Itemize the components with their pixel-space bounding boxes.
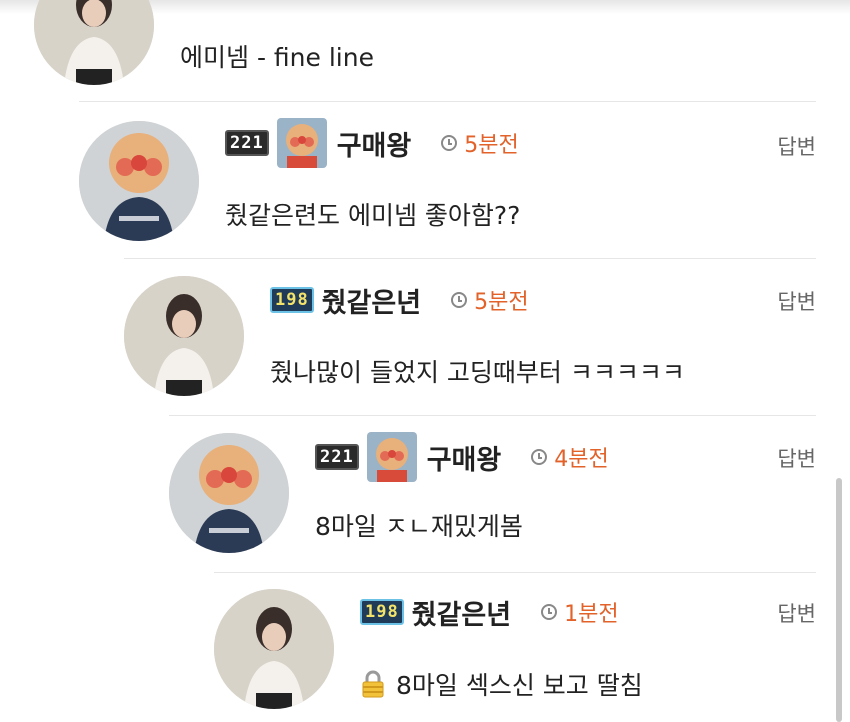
divider [214, 572, 816, 573]
time-label: 1분전 [564, 602, 619, 627]
comment-text-content: 8마일 섹스신 보고 딸침 [396, 671, 643, 700]
avatar[interactable] [124, 276, 244, 396]
divider [169, 415, 816, 416]
timestamp: 5분전 [441, 127, 519, 159]
comment-header: 221 구매왕 4분전 [315, 432, 609, 482]
comment-text: 8마일 ㅈㄴ재밌게봄 [315, 512, 523, 541]
clock-icon [441, 135, 458, 151]
comment-header: 198 줬같은년 5분전 [270, 276, 529, 324]
reply-button[interactable]: 답변 [777, 598, 816, 628]
reply-button[interactable]: 답변 [777, 286, 816, 316]
avatar[interactable] [169, 433, 289, 553]
time-label: 5분전 [474, 290, 529, 315]
comment-text: 줬나많이 들었지 고딩때부터 ㅋㅋㅋㅋㅋ [270, 358, 685, 387]
reply-button[interactable]: 답변 [777, 131, 816, 161]
character-badge-icon [276, 118, 327, 168]
timestamp: 5분전 [451, 284, 529, 316]
nickname[interactable]: 구매왕 [337, 124, 412, 163]
comment-item: 198 줬같은년 5분전 답변 줬나많이 들었지 고딩때부터 ㅋㅋㅋㅋㅋ [124, 258, 816, 415]
timestamp: 4분전 [531, 441, 609, 473]
comment-item: 221 구매왕 5분전 답변 줬같은련도 에미넴 좋아함?? [79, 101, 816, 258]
level-badge: 221 [225, 130, 269, 156]
timestamp: 1분전 [541, 596, 619, 628]
nickname[interactable]: 줬같은년 [412, 593, 511, 632]
comment-item: 198 줬같은년 1분전 답변 8마일 섹스신 보고 딸침 [214, 572, 816, 722]
reply-button[interactable]: 답변 [777, 443, 816, 473]
comment-text: 줬같은련도 에미넴 좋아함?? [225, 201, 521, 230]
divider [79, 101, 816, 102]
time-label: 4분전 [554, 447, 609, 472]
comment-text: 8마일 섹스신 보고 딸침 [360, 666, 643, 702]
level-badge: 198 [360, 599, 404, 625]
level-badge: 198 [270, 287, 314, 313]
avatar[interactable] [34, 0, 154, 85]
comment-item: 221 구매왕 4분전 답변 8마일 ㅈㄴ재밌게봄 [169, 415, 816, 572]
clock-icon [451, 292, 468, 308]
time-label: 5분전 [464, 133, 519, 158]
clock-icon [541, 604, 558, 620]
comment-text: 에미넴 - fine line [180, 43, 374, 72]
comment-header: 198 줬같은년 1분전 [360, 588, 619, 636]
comment-header: 221 구매왕 5분전 [225, 118, 519, 168]
nickname[interactable]: 구매왕 [427, 438, 502, 477]
comment-item: 에미넴 - fine line [34, 0, 816, 101]
lock-icon [360, 670, 386, 698]
character-badge-icon [366, 432, 417, 482]
scrollbar[interactable] [836, 478, 842, 722]
avatar[interactable] [214, 589, 334, 709]
level-badge: 221 [315, 444, 359, 470]
divider [124, 258, 816, 259]
nickname[interactable]: 줬같은년 [322, 281, 421, 320]
clock-icon [531, 449, 548, 465]
avatar[interactable] [79, 121, 199, 241]
